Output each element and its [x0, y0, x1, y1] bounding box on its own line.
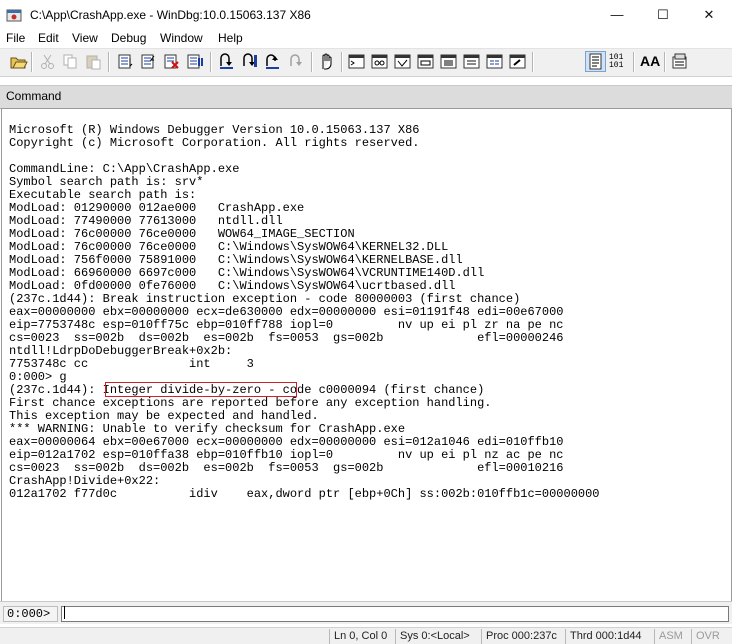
step-into-source-icon[interactable]	[139, 52, 158, 71]
command-panel-header: Command	[0, 85, 732, 109]
break-icon[interactable]	[185, 52, 204, 71]
step-over-icon[interactable]	[240, 52, 259, 71]
menu-help[interactable]: Help	[218, 31, 243, 45]
minimize-button[interactable]: —	[594, 0, 640, 30]
step-over-source-icon[interactable]	[116, 52, 135, 71]
window-title: C:\App\CrashApp.exe - WinDbg:10.0.15063.…	[30, 8, 311, 22]
menu-file[interactable]: File	[6, 31, 25, 45]
menu-edit[interactable]: Edit	[38, 31, 59, 45]
highlight-annotation-box	[105, 382, 297, 397]
font-icon[interactable]: AA	[640, 52, 660, 71]
copy-icon[interactable]	[61, 52, 80, 71]
command-input-bar: 0:000>	[0, 601, 732, 624]
insert-breakpoint-icon[interactable]	[317, 52, 336, 71]
status-thread: Thrd 000:1d44	[565, 629, 654, 644]
command-window-icon[interactable]	[347, 52, 366, 71]
toolbar: 101 101 AA	[0, 48, 732, 77]
text-caret	[64, 606, 65, 619]
windbg-app-icon	[6, 9, 22, 22]
status-line-col: Ln 0, Col 0	[329, 629, 395, 644]
status-process: Proc 000:237c	[481, 629, 565, 644]
locals-icon[interactable]	[393, 52, 412, 71]
run-to-cursor-icon[interactable]	[286, 52, 305, 71]
menu-debug[interactable]: Debug	[111, 31, 146, 45]
command-prompt: 0:000>	[3, 606, 58, 622]
command-output[interactable]: Microsoft (R) Windows Debugger Version 1…	[1, 108, 732, 602]
status-asm: ASM	[654, 629, 691, 644]
cut-icon[interactable]	[38, 52, 57, 71]
status-bar: Ln 0, Col 0 Sys 0:<Local> Proc 000:237c …	[0, 627, 732, 644]
menu-window[interactable]: Window	[160, 31, 203, 45]
watch-icon[interactable]	[370, 52, 389, 71]
output-line: Copyright (c) Microsoft Corporation. All…	[9, 136, 420, 150]
options-icon[interactable]	[670, 52, 689, 71]
output-line: 012a1702 f77d0c idiv eax,dword ptr [ebp+…	[9, 487, 600, 501]
title-bar: C:\App\CrashApp.exe - WinDbg:10.0.15063.…	[0, 0, 732, 30]
hex-display-icon[interactable]: 101 101	[609, 54, 628, 73]
panel-title: Command	[6, 89, 62, 103]
call-stack-icon[interactable]	[462, 52, 481, 71]
command-input[interactable]	[61, 606, 729, 622]
step-out-icon[interactable]	[263, 52, 282, 71]
menu-view[interactable]: View	[72, 31, 98, 45]
memory-icon[interactable]	[439, 52, 458, 71]
paste-icon[interactable]	[84, 52, 103, 71]
close-button[interactable]: ✕	[686, 0, 732, 30]
status-system: Sys 0:<Local>	[395, 629, 481, 644]
disassembly-icon[interactable]	[485, 52, 504, 71]
source-mode-icon[interactable]	[585, 51, 606, 72]
status-ovr: OVR	[691, 629, 732, 644]
step-into-icon[interactable]	[217, 52, 236, 71]
stop-debugging-icon[interactable]	[162, 52, 181, 71]
open-icon[interactable]	[9, 52, 28, 71]
registers-icon[interactable]	[416, 52, 435, 71]
menu-bar: File Edit View Debug Window Help	[0, 30, 732, 48]
maximize-button[interactable]: ☐	[640, 0, 686, 30]
scratch-pad-icon[interactable]	[508, 52, 527, 71]
